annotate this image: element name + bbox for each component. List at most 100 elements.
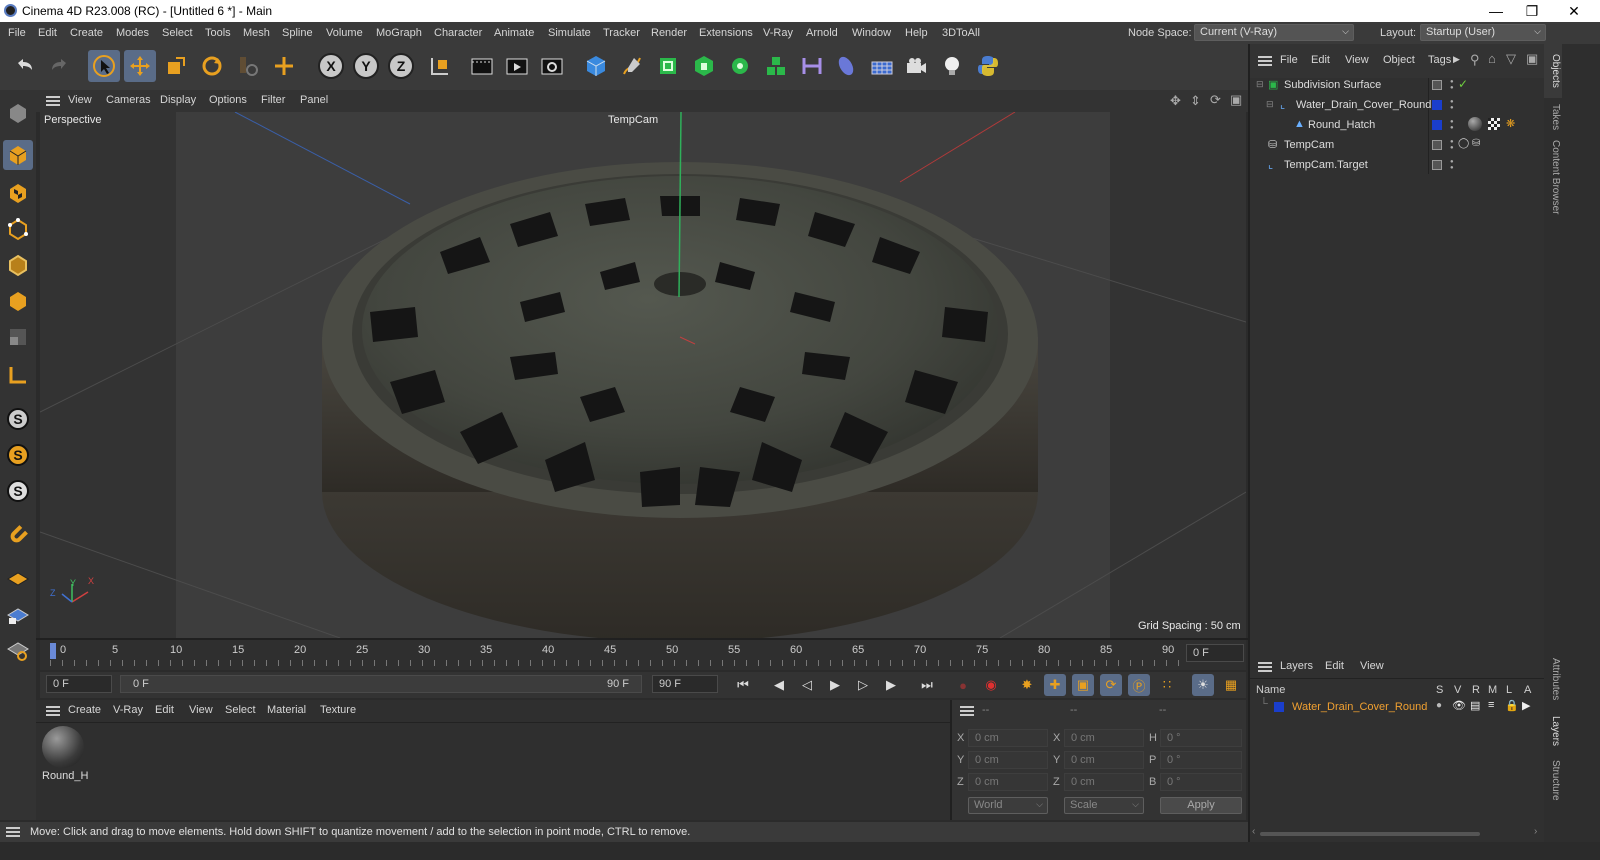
material-hamburger-icon[interactable] — [46, 706, 60, 716]
coord-size-y-field[interactable]: 0 cm — [1064, 751, 1144, 769]
viewport-menu-filter[interactable]: Filter — [261, 94, 285, 106]
scroll-right-icon[interactable]: › — [1534, 826, 1537, 837]
timeline-settings-icon[interactable]: ▦ — [1220, 674, 1242, 696]
edit-tag-icon[interactable] — [1432, 140, 1442, 150]
preview-range-slider[interactable]: 0 F 90 F — [120, 675, 642, 693]
coordinate-system-icon[interactable] — [424, 50, 456, 82]
coord-rot-b-field[interactable]: 0 ° — [1160, 773, 1242, 791]
axis-y-button[interactable]: Y — [353, 53, 379, 79]
viewport-rotate-icon[interactable]: ⟳ — [1210, 92, 1221, 108]
material-name[interactable]: Round_H — [42, 770, 88, 782]
scale-tool-icon[interactable] — [160, 50, 192, 82]
tab-attributes[interactable]: Attributes — [1550, 658, 1561, 700]
menu-character[interactable]: Character — [434, 27, 482, 39]
grid-rotate-icon[interactable] — [3, 636, 33, 666]
material-menu-edit[interactable]: Edit — [155, 704, 174, 716]
python-icon[interactable] — [972, 50, 1004, 82]
menu-mesh[interactable]: Mesh — [243, 27, 270, 39]
material-menu-select[interactable]: Select — [225, 704, 256, 716]
subdivision-surface-icon[interactable] — [652, 50, 684, 82]
objects-menu-view[interactable]: View — [1345, 54, 1369, 66]
coord-pos-x-field[interactable]: 0 cm — [968, 729, 1048, 747]
edit-tag-icon[interactable] — [1432, 160, 1442, 170]
viewport-menu-cameras[interactable]: Cameras — [106, 94, 151, 106]
coord-mode-select[interactable]: Scale ⌵ — [1064, 797, 1144, 814]
nodespace-select[interactable]: Current (V-Ray) ⌵ — [1194, 24, 1354, 41]
layers-menu-layers[interactable]: Layers — [1280, 660, 1313, 672]
more-menu-icon[interactable]: ▶ — [1453, 54, 1460, 65]
pen-spline-icon[interactable] — [616, 50, 648, 82]
material-menu-material[interactable]: Material — [267, 704, 306, 716]
layer-color-swatch[interactable] — [1432, 120, 1442, 130]
object-row-tempcam-target[interactable]: ⌞ TempCam.Target ● ● — [1250, 156, 1544, 175]
menu-render[interactable]: Render — [651, 27, 687, 39]
objects-hamburger-icon[interactable] — [1258, 56, 1272, 66]
key-parameter-icon[interactable]: Ⓟ — [1128, 674, 1150, 696]
snap-s-icon[interactable]: S — [3, 404, 33, 434]
play-icon[interactable]: ▶ — [824, 674, 846, 696]
make-editable-icon[interactable] — [3, 98, 33, 128]
menu-window[interactable]: Window — [852, 27, 891, 39]
key-position-icon[interactable]: ✚ — [1044, 674, 1066, 696]
collapse-icon[interactable]: ⊟ — [1256, 79, 1264, 90]
menu-simulate[interactable]: Simulate — [548, 27, 591, 39]
animation-play-icon[interactable]: ▶ — [1522, 699, 1530, 712]
camera-icon[interactable] — [900, 50, 932, 82]
key-scale-icon[interactable]: ▣ — [1072, 674, 1094, 696]
layers-menu-view[interactable]: View — [1360, 660, 1384, 672]
coord-size-z-field[interactable]: 0 cm — [1064, 773, 1144, 791]
move-tool-icon[interactable] — [124, 50, 156, 82]
viewport-3d[interactable]: Perspective TempCam Grid Spacing : 50 cm… — [40, 112, 1246, 638]
home-icon[interactable]: ⌂ — [1488, 51, 1496, 66]
enabled-check-icon[interactable]: ✓ — [1458, 77, 1468, 91]
manager-hierarchy-icon[interactable]: ≡ — [1488, 699, 1494, 711]
menu-file[interactable]: File — [8, 27, 26, 39]
visibility-dots-icon[interactable]: ● ● — [1450, 79, 1454, 91]
magnet-icon[interactable] — [3, 520, 33, 550]
viewport-zoom-icon[interactable]: ⇕ — [1190, 93, 1201, 109]
next-key-icon[interactable]: ▶ — [880, 674, 902, 696]
undo-icon[interactable] — [8, 50, 40, 82]
edges-mode-icon[interactable] — [3, 250, 33, 280]
target-tag-icon[interactable]: ◯ — [1458, 138, 1469, 149]
live-selection-icon[interactable] — [232, 50, 264, 82]
visibility-dots-icon[interactable]: ● ● — [1450, 139, 1454, 151]
next-frame-icon[interactable]: ▷ — [852, 674, 874, 696]
coord-space-select[interactable]: World ⌵ — [968, 797, 1048, 814]
menu-modes[interactable]: Modes — [116, 27, 149, 39]
select-cursor-icon[interactable] — [88, 50, 120, 82]
scheme-icon[interactable]: ☀ — [1192, 674, 1214, 696]
coord-rot-h-field[interactable]: 0 ° — [1160, 729, 1242, 747]
record-inactive-icon[interactable]: ● — [952, 674, 974, 696]
render-clapper-icon[interactable]: ▤ — [1470, 699, 1480, 712]
material-thumbnail[interactable] — [42, 726, 84, 768]
viewport-menu-panel[interactable]: Panel — [300, 94, 328, 106]
uv-mode-icon[interactable] — [3, 322, 33, 352]
coord-pos-z-field[interactable]: 0 cm — [968, 773, 1048, 791]
visibility-dots-icon[interactable]: ● ● — [1450, 119, 1454, 131]
viewport-menu-display[interactable]: Display — [160, 94, 196, 106]
timeline-ruler[interactable]: 0 5 10 15 20 25 30 35 40 45 50 55 60 65 … — [40, 640, 1246, 670]
rotate-tool-icon[interactable] — [196, 50, 228, 82]
cloner-icon[interactable] — [724, 50, 756, 82]
goto-end-icon[interactable]: ⏭ — [916, 674, 938, 696]
filter-icon[interactable]: ▽ — [1506, 51, 1516, 67]
coord-pos-y-field[interactable]: 0 cm — [968, 751, 1048, 769]
apply-button[interactable]: Apply — [1160, 797, 1242, 814]
points-mode-icon[interactable] — [3, 214, 33, 244]
autokey-icon[interactable]: ◉ — [980, 674, 1002, 696]
deformer-icon[interactable] — [796, 50, 828, 82]
tab-content-browser[interactable]: Content Browser — [1550, 140, 1561, 214]
viewport-menu-view[interactable]: View — [68, 94, 92, 106]
eye-icon[interactable]: 👁 — [1452, 699, 1466, 712]
object-row-water-drain[interactable]: ⊟ ⌞ Water_Drain_Cover_Round ● ● — [1250, 96, 1544, 115]
keyframe-selection-icon[interactable]: ✸ — [1016, 674, 1038, 696]
floor-grid-icon[interactable] — [866, 50, 898, 82]
start-frame-field[interactable]: 0 F — [46, 675, 112, 693]
viewport-pan-icon[interactable]: ✥ — [1170, 93, 1181, 109]
lock-icon[interactable]: 🔒 — [1505, 699, 1519, 712]
end-frame-field[interactable]: 90 F — [652, 675, 718, 693]
menu-3dtoall[interactable]: 3DToAll — [942, 27, 980, 39]
menu-edit[interactable]: Edit — [38, 27, 57, 39]
current-frame-field[interactable]: 0 F — [1186, 644, 1244, 662]
